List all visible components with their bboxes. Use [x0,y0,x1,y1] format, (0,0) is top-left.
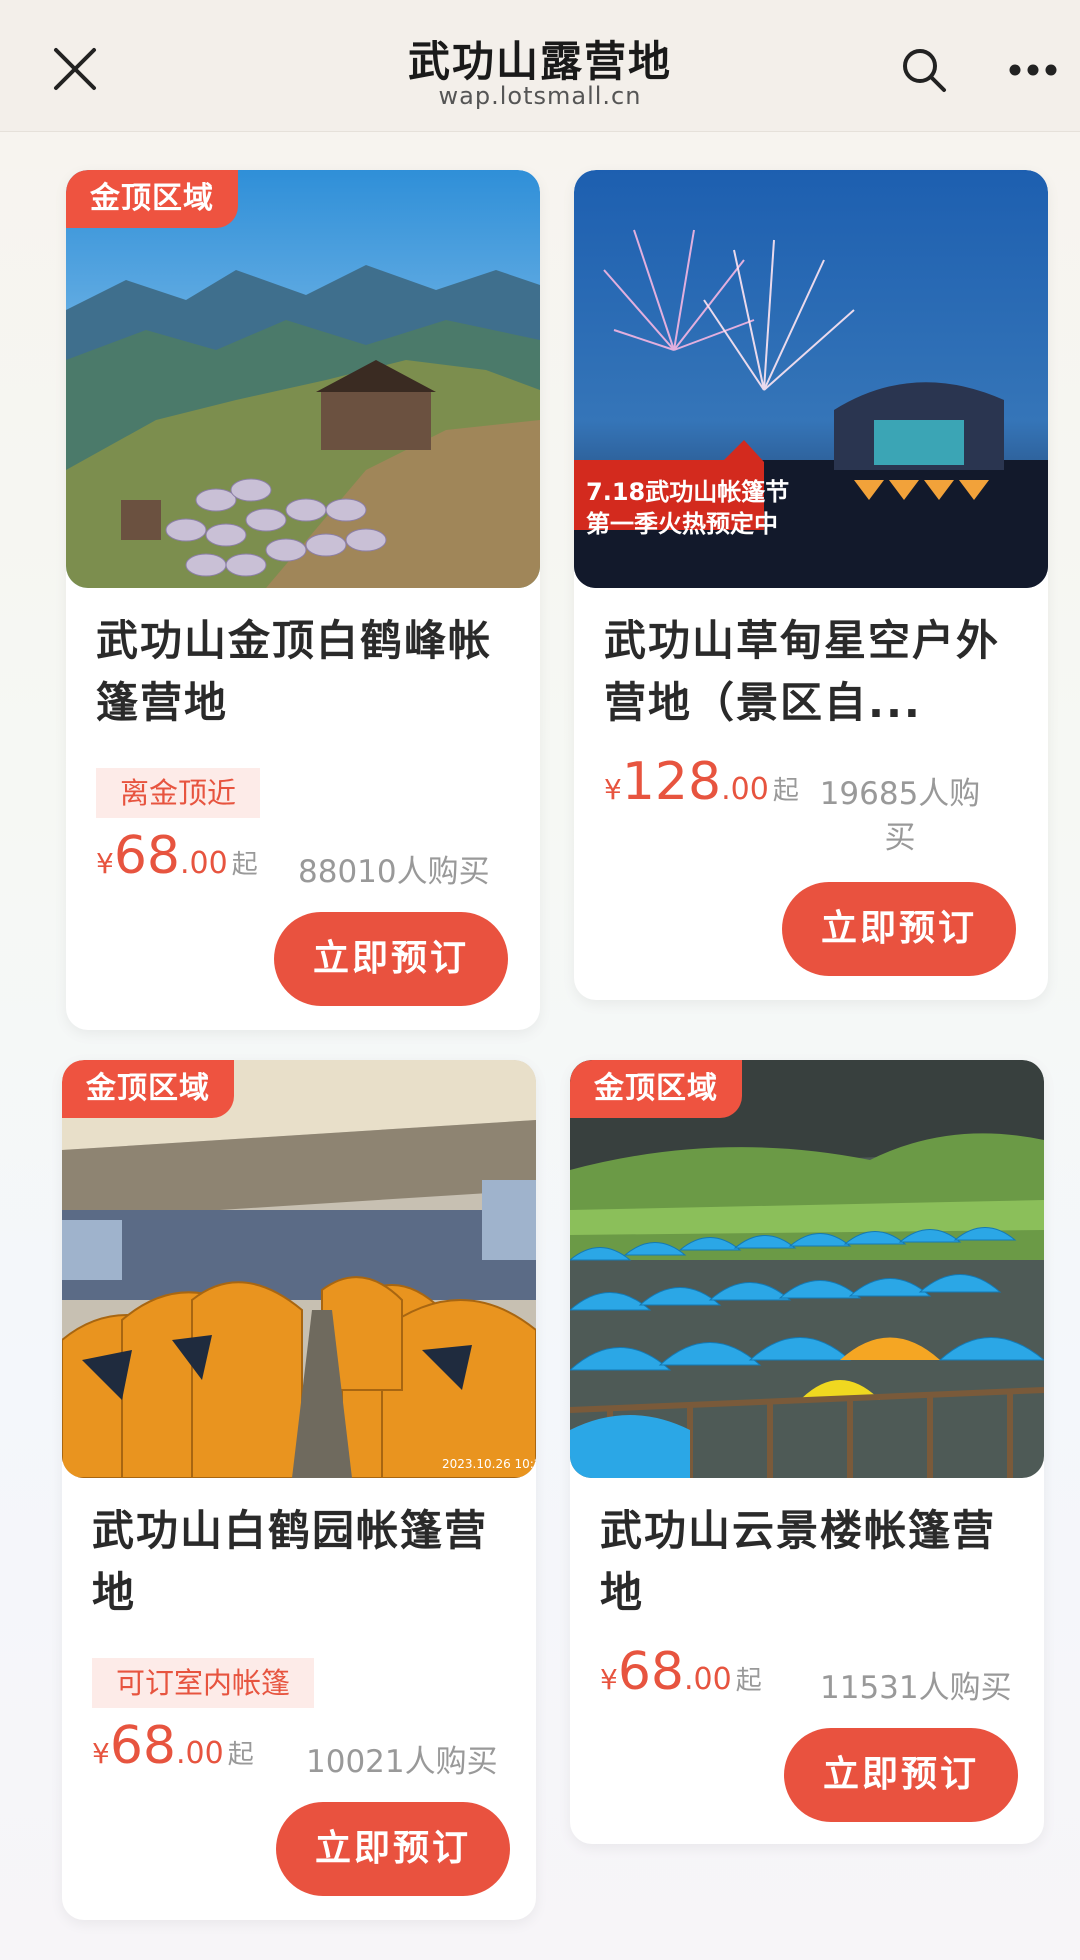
sold-count: 19685人购买 [819,776,981,856]
region-badge: 金顶区域 [570,1060,742,1118]
book-now-button[interactable]: 立即预订 [782,882,1016,976]
camp-price: ¥68.00 起 [92,1716,254,1776]
camp-card[interactable]: 2023.10.26 10:21 金顶区域 武功山白鹤园帐篷营地 可订室内帐篷 … [62,1060,536,1920]
region-badge: 金顶区域 [66,170,238,228]
camp-tag: 离金顶近 [96,768,261,818]
region-badge: 金顶区域 [62,1060,234,1118]
top-bar: 武功山露营地 wap.lotsmall.cn [0,0,1080,132]
sold-count: 88010人购买 [298,854,490,890]
camp-name[interactable]: 武功山云景楼帐篷营地 [600,1500,1020,1624]
sold-count: 11531人购买 [820,1670,1012,1706]
festival-text-2: 第一季火热预定中 [586,510,778,538]
search-icon[interactable] [900,46,948,94]
camp-photo: 2023.10.26 10:21 金顶区域 [62,1060,536,1478]
book-now-button[interactable]: 立即预订 [784,1728,1018,1822]
camp-price: ¥128.00 起 [604,752,799,812]
camp-photo: 7.18武功山帐篷节 第一季火热预定中 [574,170,1048,588]
camp-price: ¥68.00 起 [96,826,258,886]
camp-name[interactable]: 武功山草甸星空户外营地（景区自... [604,610,1024,734]
camp-name[interactable]: 武功山白鹤园帐篷营地 [92,1500,512,1624]
mountain-camp-image [66,170,540,588]
camp-price: ¥68.00 起 [600,1642,762,1702]
camp-card[interactable]: 7.18武功山帐篷节 第一季火热预定中 武功山草甸星空户外营地（景区自... ¥… [574,170,1048,1000]
book-now-button[interactable]: 立即预订 [276,1802,510,1896]
more-icon[interactable] [1008,62,1058,78]
camp-card[interactable]: 金顶区域 武功山云景楼帐篷营地 ¥68.00 起 11531人购买 立即预订 [570,1060,1044,1844]
camp-card[interactable]: 金顶区域 武功山金顶白鹤峰帐篷营地 离金顶近 ¥68.00 起 88010人购买 … [66,170,540,1030]
camp-tag: 可订室内帐篷 [92,1658,315,1708]
camp-photo: 金顶区域 [66,170,540,588]
festival-fireworks-image: 7.18武功山帐篷节 第一季火热预定中 [574,170,1048,588]
blue-tents-image [570,1060,1044,1478]
camp-name[interactable]: 武功山金顶白鹤峰帐篷营地 [96,610,516,734]
photo-timestamp: 2023.10.26 10:21 [442,1457,536,1471]
sold-count: 10021人购买 [306,1744,498,1780]
indoor-tents-image: 2023.10.26 10:21 [62,1060,536,1478]
camp-photo: 金顶区域 [570,1060,1044,1478]
book-now-button[interactable]: 立即预订 [274,912,508,1006]
festival-text-1: 7.18武功山帐篷节 [586,478,789,506]
